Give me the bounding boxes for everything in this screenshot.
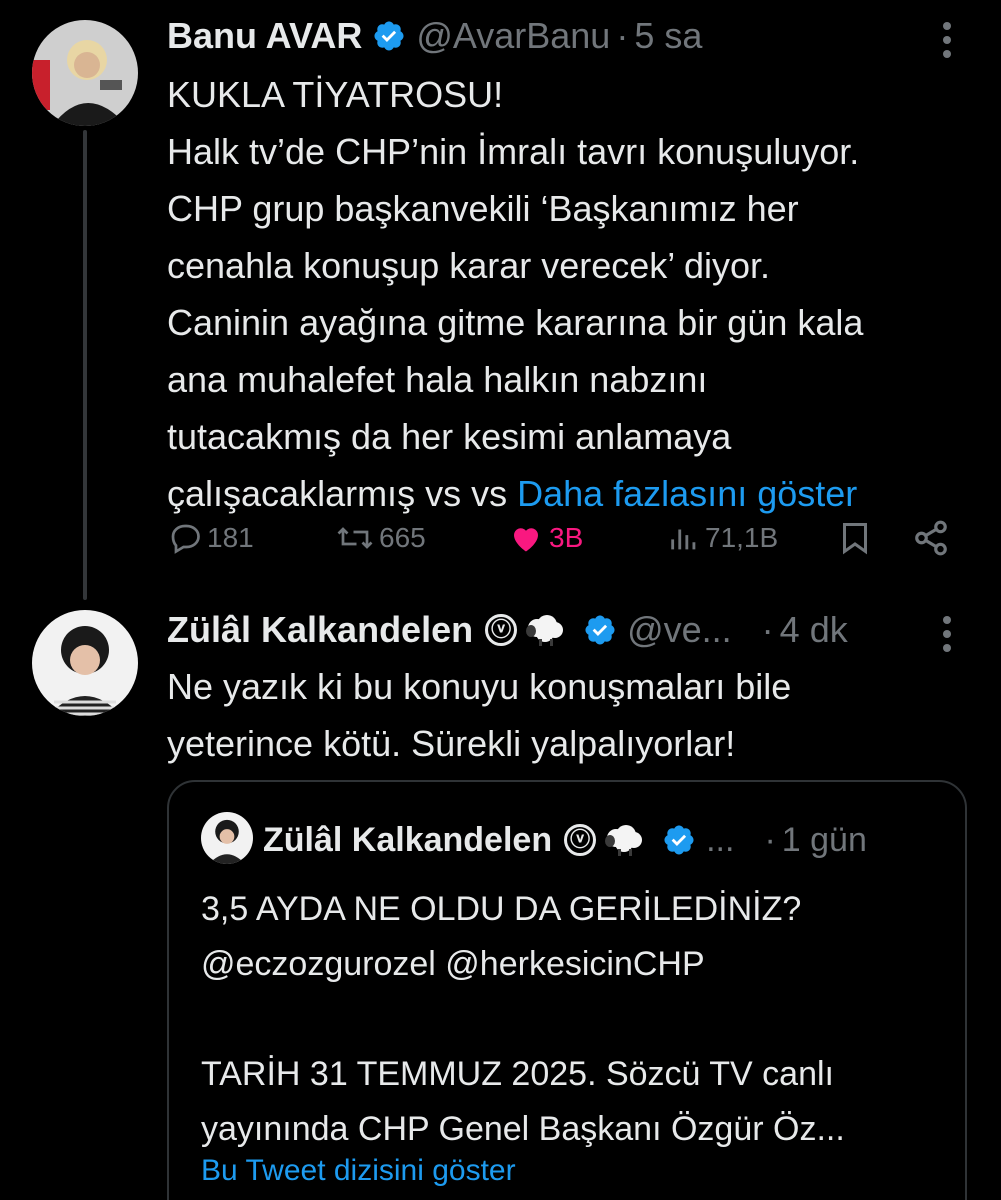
tweet2-handle[interactable]: @ve... (627, 608, 732, 652)
retweet-button[interactable]: 665 (335, 520, 426, 556)
sheep-emoji-icon (526, 615, 564, 646)
avatar-image (32, 20, 138, 126)
quote-name-symbol: ⓥ (564, 824, 597, 856)
verified-badge-icon (374, 21, 404, 51)
quote-author-name: Zülâl Kalkandelen (263, 821, 553, 859)
tweet2-body: Ne yazık ki bu konuyu konuşmaları bile y… (167, 666, 792, 764)
views-button[interactable]: 71,1B (667, 520, 778, 556)
show-more-link[interactable]: Daha fazlasını göster (517, 473, 857, 514)
views-icon (671, 529, 696, 550)
reply-icon (171, 524, 200, 554)
verified-badge-icon (585, 615, 615, 645)
tweet1-timestamp[interactable]: 5 sa (634, 14, 702, 58)
quote-timestamp: 1 gün (781, 821, 867, 859)
bookmark-icon[interactable] (837, 519, 873, 557)
quote-body: 3,5 AYDA NE OLDU DA GERİLEDİNİZ? @eczozg… (201, 890, 845, 1148)
quote-avatar (201, 812, 253, 864)
avatar-zulal-kalkandelen[interactable] (32, 610, 138, 716)
tweet1-action-bar: 181 665 3B 71,1B (167, 510, 957, 566)
tweet2-author-name[interactable]: Zülâl Kalkandelen (167, 608, 473, 652)
tweet1-body: KUKLA TİYATROSU! Halk tv’de CHP’nin İmra… (167, 66, 967, 522)
heart-icon (514, 528, 538, 552)
tweet2-header: Zülâl Kalkandelen ⓥ @ve... · 4 dk (167, 608, 848, 652)
tweet1-separator: · (616, 15, 629, 56)
thread-connector-line (83, 130, 87, 600)
like-button[interactable]: 3B (507, 520, 583, 556)
like-count: 3B (549, 522, 584, 553)
retweet-count: 665 (379, 522, 426, 553)
share-icon[interactable] (912, 519, 950, 557)
quote-separator: · (764, 821, 776, 859)
verified-badge-icon (664, 825, 694, 855)
tweet2-more-icon[interactable] (941, 614, 953, 654)
show-thread-link[interactable]: Bu Tweet dizisini göster (201, 1154, 516, 1188)
sheep-emoji-icon (605, 825, 643, 856)
quoted-tweet-card[interactable]: Zülâl Kalkandelen ⓥ ... · 1 gün 3,5 AYDA… (167, 780, 967, 1200)
tweet1-handle[interactable]: @AvarBanu (416, 14, 610, 58)
tweet2-name-symbol: ⓥ (485, 614, 518, 646)
avatar-image (201, 812, 253, 864)
tweet1-more-icon[interactable] (941, 20, 953, 60)
tweet2-timestamp[interactable]: 4 dk (780, 608, 848, 652)
quote-handle: ... (706, 821, 735, 859)
avatar-image (32, 610, 138, 716)
quote-header: Zülâl Kalkandelen ⓥ ... · 1 gün (263, 818, 867, 862)
reply-count: 181 (207, 522, 254, 553)
reply-button[interactable]: 181 (167, 520, 254, 556)
tweet2-separator: · (761, 609, 774, 650)
tweet1-text: KUKLA TİYATROSU! Halk tv’de CHP’nin İmra… (167, 74, 864, 514)
retweet-icon (337, 527, 373, 549)
avatar-banu-avar[interactable] (32, 20, 138, 126)
tweet1-header: Banu AVAR @AvarBanu · 5 sa (167, 14, 702, 58)
view-count: 71,1B (705, 522, 779, 553)
tweet1-author-name[interactable]: Banu AVAR (167, 14, 362, 58)
